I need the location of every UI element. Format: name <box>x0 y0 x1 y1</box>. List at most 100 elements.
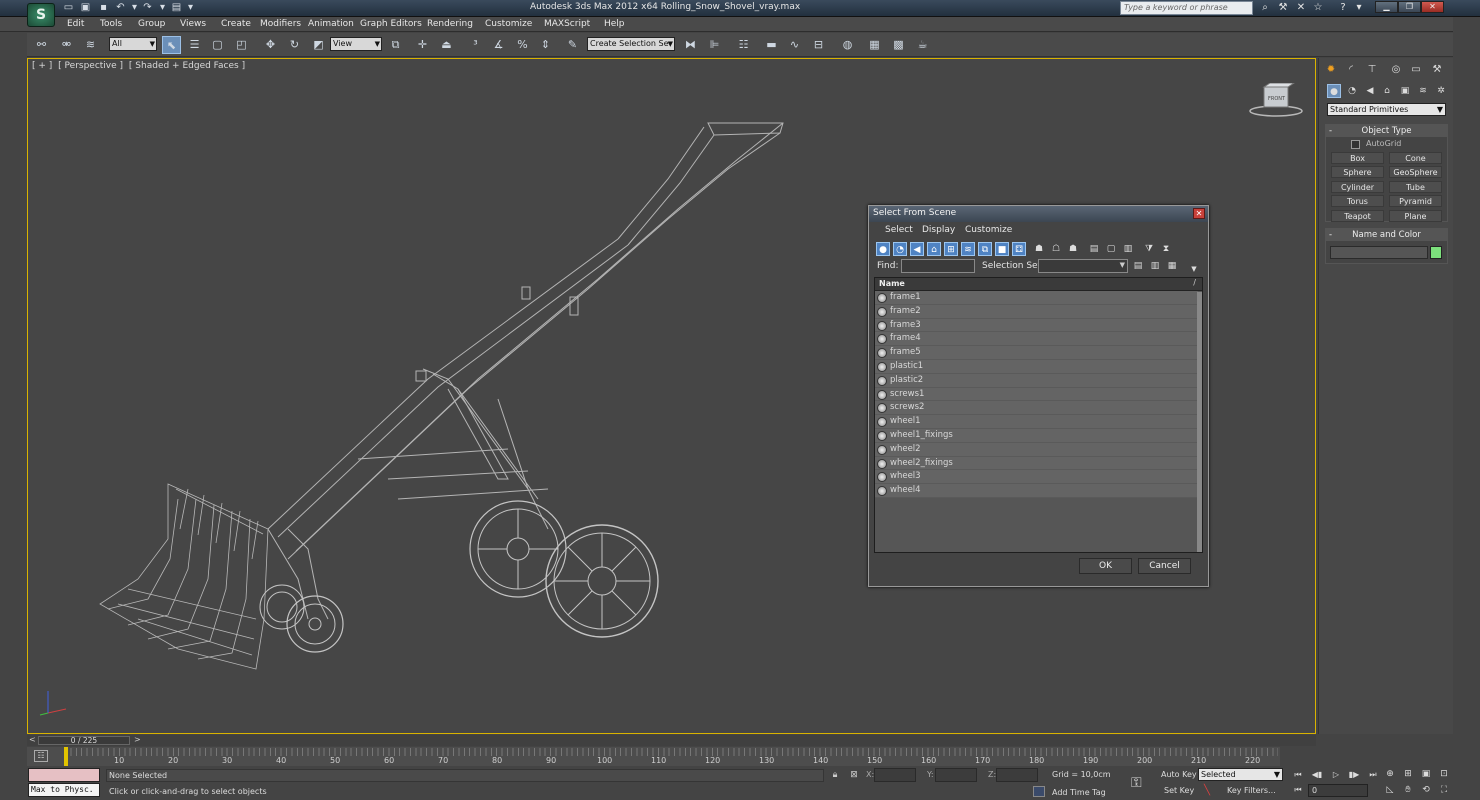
percent-snap-icon[interactable]: % <box>513 36 532 54</box>
dialog-close-button[interactable]: ✕ <box>1193 208 1205 219</box>
select-none-icon[interactable]: ▢ <box>1104 242 1118 256</box>
zoom-all-icon[interactable]: ⊞ <box>1401 767 1415 781</box>
close-window-button[interactable]: ✕ <box>1421 1 1444 13</box>
open-file-icon[interactable]: ▣ <box>79 2 92 14</box>
list-item[interactable]: plastic1 <box>875 359 1198 374</box>
auto-key-button[interactable]: Auto Key <box>1161 770 1197 779</box>
spinner-snap-icon[interactable]: ⇕ <box>536 36 555 54</box>
select-manipulate-icon[interactable]: ✛ <box>413 36 432 54</box>
render-setup-icon[interactable]: ▦ <box>865 36 884 54</box>
groups-filter-icon[interactable]: ⧉ <box>978 242 992 256</box>
set-key-button[interactable]: Set Key <box>1164 786 1194 795</box>
y-coord-field[interactable] <box>935 768 977 782</box>
cameras-filter-icon[interactable]: ⌂ <box>927 242 941 256</box>
orbit-icon[interactable]: ⟲ <box>1419 783 1433 797</box>
time-slider-prev[interactable]: < <box>29 735 36 744</box>
maximize-viewport-icon[interactable]: ⛶ <box>1437 783 1451 797</box>
restore-button[interactable]: ❐ <box>1398 1 1421 13</box>
display-all-icon[interactable]: ☗ <box>1032 242 1046 256</box>
rotate-icon[interactable]: ↻ <box>285 36 304 54</box>
select-all-icon[interactable]: ▤ <box>1087 242 1101 256</box>
list-item[interactable]: screws1 <box>875 387 1198 402</box>
time-slider[interactable]: < 0 / 225 > <box>27 735 1316 746</box>
motion-tab-icon[interactable]: ◎ <box>1388 62 1404 78</box>
options-chevron-icon[interactable]: ▼ <box>1187 262 1201 276</box>
modify-tab-icon[interactable]: ◜ <box>1343 62 1359 78</box>
cameras-category-icon[interactable]: ⌂ <box>1380 84 1394 98</box>
undo-icon[interactable]: ↶ <box>114 2 127 14</box>
dialog-title-bar[interactable]: Select From Scene ✕ <box>869 206 1208 222</box>
plane-button[interactable]: Plane <box>1389 210 1442 222</box>
list-item[interactable]: frame3 <box>875 318 1198 333</box>
list-item[interactable]: wheel4 <box>875 484 1198 498</box>
zoom-extents-icon[interactable]: ▣ <box>1419 767 1433 781</box>
help-dropdown-icon[interactable]: ▾ <box>1352 1 1366 15</box>
create-tab-icon[interactable]: ✹ <box>1323 62 1339 78</box>
frame-ruler[interactable] <box>65 748 1278 756</box>
object-name-input[interactable] <box>1330 246 1428 259</box>
next-frame-icon[interactable]: ▮▶ <box>1347 769 1361 781</box>
box-button[interactable]: Box <box>1331 152 1384 164</box>
menu-modifiers[interactable]: Modifiers <box>260 18 301 31</box>
utilities-tab-icon[interactable]: ⚒ <box>1429 62 1445 78</box>
add-to-selection-set-icon[interactable]: ▥ <box>1148 259 1162 273</box>
filter-icon[interactable]: ⧩ <box>1142 242 1156 256</box>
graphite-ribbon-icon[interactable]: ▬ <box>762 36 781 54</box>
communication-icon[interactable]: ✕ <box>1294 1 1308 15</box>
menu-animation[interactable]: Animation <box>308 18 354 31</box>
lights-filter-icon[interactable]: ◀ <box>910 242 924 256</box>
time-slider-next[interactable]: > <box>134 735 141 744</box>
key-mode-toggle-icon[interactable]: ⏮ <box>1291 784 1305 796</box>
display-tab-icon[interactable]: ▭ <box>1408 62 1424 78</box>
mirror-icon[interactable]: ⧓ <box>681 36 700 54</box>
menu-help[interactable]: Help <box>604 18 625 31</box>
binoculars-icon[interactable]: ⌕ <box>1258 1 1272 15</box>
scale-icon[interactable]: ◩ <box>309 36 328 54</box>
schematic-view-icon[interactable]: ⊟ <box>809 36 828 54</box>
menu-views[interactable]: Views <box>180 18 206 31</box>
x-coord-field[interactable] <box>874 768 916 782</box>
systems-category-icon[interactable]: ✲ <box>1434 84 1448 98</box>
shapes-category-icon[interactable]: ◔ <box>1345 84 1359 98</box>
time-slider-thumb[interactable]: 0 / 225 <box>38 736 130 745</box>
pan-icon[interactable]: ✋︎ <box>1401 783 1415 797</box>
remove-selection-set-icon[interactable]: ▦ <box>1165 259 1179 273</box>
search-input[interactable]: Type a keyword or phrase <box>1120 1 1253 15</box>
add-time-tag[interactable]: Add Time Tag <box>1052 788 1106 797</box>
menu-create[interactable]: Create <box>221 18 251 31</box>
geosphere-button[interactable]: GeoSphere <box>1389 166 1442 178</box>
list-item[interactable]: wheel3 <box>875 470 1198 485</box>
list-scrollbar[interactable] <box>1197 292 1202 552</box>
cone-button[interactable]: Cone <box>1389 152 1442 164</box>
reference-coord-dropdown[interactable]: View ▼ <box>330 37 382 51</box>
keyboard-shortcut-override-icon[interactable]: ⏏ <box>437 36 456 54</box>
render-production-icon[interactable]: ☕ <box>913 36 932 54</box>
rendered-frame-window-icon[interactable]: ▩ <box>889 36 908 54</box>
list-item[interactable]: plastic2 <box>875 373 1198 388</box>
named-selection-dropdown[interactable]: Create Selection Se ▼ <box>587 37 675 51</box>
dialog-menu-display[interactable]: Display <box>922 225 955 235</box>
angle-snap-icon[interactable]: ∡ <box>489 36 508 54</box>
curve-editor-mini-icon[interactable]: ☷ <box>34 750 48 762</box>
redo-dropdown-icon[interactable]: ▾ <box>156 2 169 14</box>
list-item[interactable]: frame1 <box>875 291 1198 305</box>
list-item[interactable]: screws2 <box>875 401 1198 416</box>
go-to-start-icon[interactable]: ⏮ <box>1291 769 1305 781</box>
viewcube[interactable]: FRONT <box>1246 82 1306 119</box>
autogrid-checkbox[interactable] <box>1351 140 1360 149</box>
dialog-menu-customize[interactable]: Customize <box>965 225 1012 235</box>
move-icon[interactable]: ✥ <box>261 36 280 54</box>
xrefs-filter-icon[interactable]: ■ <box>995 242 1009 256</box>
menu-edit[interactable]: Edit <box>67 18 84 31</box>
z-coord-field[interactable] <box>996 768 1038 782</box>
layer-manager-icon[interactable]: ☷ <box>734 36 753 54</box>
sphere-button[interactable]: Sphere <box>1331 166 1384 178</box>
maxscript-mini-listener[interactable]: Max to Physc. <box>28 783 100 797</box>
create-selection-set-icon[interactable]: ▤ <box>1131 259 1145 273</box>
undo-dropdown-icon[interactable]: ▾ <box>128 2 141 14</box>
time-tag-icon[interactable] <box>1033 786 1045 797</box>
menu-graph-editors[interactable]: Graph Editors <box>360 18 422 31</box>
list-item[interactable]: wheel1 <box>875 415 1198 429</box>
key-icon[interactable]: ⚿ <box>1131 775 1142 791</box>
select-object-icon[interactable]: ⬉ <box>162 36 181 54</box>
